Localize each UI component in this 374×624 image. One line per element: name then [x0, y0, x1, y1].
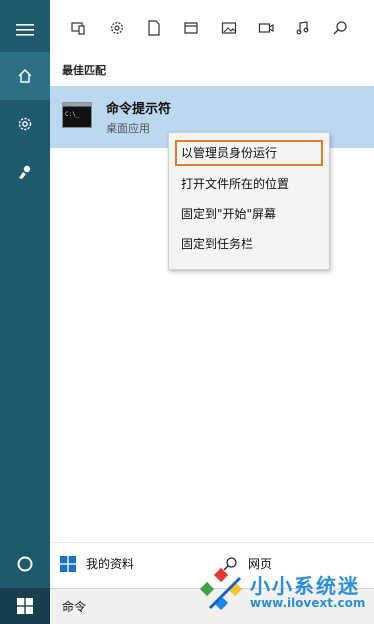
left-rail — [0, 0, 50, 624]
image-icon — [221, 22, 237, 34]
watermark-url: www.ilovext.com — [250, 596, 366, 610]
folder-icon — [184, 22, 198, 34]
watermark-logo-icon — [199, 567, 243, 611]
filter-documents-button[interactable] — [140, 14, 168, 42]
menu-item-pin-to-start[interactable]: 固定到"开始"屏幕 — [175, 201, 323, 227]
filter-photos-button[interactable] — [215, 14, 243, 42]
my-stuff-button[interactable]: 我的资料 — [60, 555, 134, 572]
filter-music-button[interactable] — [289, 14, 317, 42]
filter-settings-button[interactable] — [103, 14, 131, 42]
hamburger-icon — [16, 24, 34, 36]
cortana-icon — [17, 556, 33, 572]
video-icon — [258, 23, 274, 33]
search-query: 命令 — [62, 600, 87, 614]
filter-folders-button[interactable] — [177, 14, 205, 42]
filter-videos-button[interactable] — [252, 14, 280, 42]
command-prompt-icon: C:\_ — [62, 102, 92, 128]
search-filter-bar — [50, 6, 374, 50]
start-search-panel: 最佳匹配 C:\_ 命令提示符 桌面应用 以管理员身份运行 打开文件所在的位置 … — [0, 0, 374, 624]
watermark-title: 小小系统迷 — [250, 574, 360, 598]
windows-logo-icon — [60, 555, 76, 572]
section-title: 最佳匹配 — [62, 64, 106, 77]
windows-logo-icon — [17, 598, 33, 614]
menu-item-pin-to-taskbar[interactable]: 固定到任务栏 — [175, 231, 323, 257]
result-subtitle: 桌面应用 — [106, 122, 150, 135]
music-icon — [296, 21, 309, 35]
menu-item-open-file-location[interactable]: 打开文件所在的位置 — [175, 171, 323, 197]
document-icon — [148, 20, 160, 36]
feedback-icon — [19, 165, 31, 179]
settings-button[interactable] — [0, 100, 50, 148]
home-button[interactable] — [0, 52, 50, 100]
cortana-button[interactable] — [0, 540, 50, 588]
start-button[interactable] — [0, 588, 50, 624]
tablet-icon — [71, 22, 85, 35]
menu-button[interactable] — [0, 6, 50, 54]
gear-icon — [18, 117, 32, 131]
filter-apps-button[interactable] — [64, 14, 92, 42]
svg-text:C:\_: C:\_ — [65, 111, 80, 118]
filter-web-button[interactable] — [326, 14, 354, 42]
my-stuff-label: 我的资料 — [86, 557, 135, 571]
search-results-pane: 最佳匹配 C:\_ 命令提示符 桌面应用 — [50, 0, 374, 588]
site-watermark: 小小系统迷 www.ilovext.com — [196, 562, 374, 624]
search-icon — [333, 21, 347, 35]
home-icon — [18, 69, 32, 83]
context-menu: 以管理员身份运行 打开文件所在的位置 固定到"开始"屏幕 固定到任务栏 — [168, 132, 330, 270]
result-title: 命令提示符 — [106, 102, 172, 117]
menu-item-run-as-admin[interactable]: 以管理员身份运行 — [175, 140, 323, 166]
gear-icon — [111, 22, 123, 34]
feedback-button[interactable] — [0, 148, 50, 196]
